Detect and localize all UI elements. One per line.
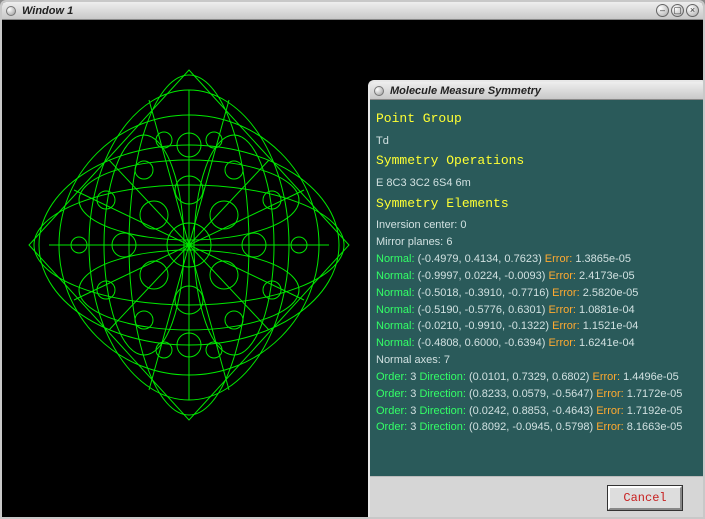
normal-key: Normal: xyxy=(376,253,415,265)
axes-list: Order: 3 Direction: (0.0101, 0.7329, 0.6… xyxy=(376,370,700,435)
heading-symops: Symmetry Operations xyxy=(376,152,700,170)
direction-key: Direction: xyxy=(419,388,465,400)
mirror-plane-row: Normal: (-0.4979, 0.4134, 0.7623) Error:… xyxy=(376,252,700,267)
direction-value: (0.0101, 0.7329, 0.6802) xyxy=(469,371,589,383)
error-key: Error: xyxy=(548,304,576,316)
normal-value: (-0.5018, -0.3910, -0.7716) xyxy=(418,287,549,299)
app-menu-icon[interactable] xyxy=(6,6,16,16)
error-key: Error: xyxy=(548,270,576,282)
normal-key: Normal: xyxy=(376,304,415,316)
error-value: 2.5820e-05 xyxy=(583,287,639,299)
error-value: 1.4496e-05 xyxy=(623,371,679,383)
dialog-body: Point Group Td Symmetry Operations E 8C3… xyxy=(370,100,705,476)
direction-value: (0.0242, 0.8853, -0.4643) xyxy=(469,405,593,417)
error-key: Error: xyxy=(596,405,624,417)
mirror-plane-row: Normal: (-0.5190, -0.5776, 0.6301) Error… xyxy=(376,303,700,318)
dialog-title: Molecule Measure Symmetry xyxy=(390,85,541,97)
error-key: Error: xyxy=(596,421,624,433)
inversion-value: 0 xyxy=(460,219,466,231)
dialog-footer: Cancel xyxy=(370,476,705,518)
direction-key: Direction: xyxy=(419,371,465,383)
symmetry-dialog: Molecule Measure Symmetry Point Group Td… xyxy=(368,80,705,519)
mirror-count: 6 xyxy=(446,236,452,248)
pointgroup-value: Td xyxy=(376,134,700,149)
inversion-label: Inversion center: xyxy=(376,219,457,231)
molecule-wireframe xyxy=(14,50,364,430)
normal-value: (-0.4808, 0.6000, -0.6394) xyxy=(418,337,546,349)
error-key: Error: xyxy=(593,371,621,383)
error-value: 1.7192e-05 xyxy=(627,405,683,417)
error-value: 2.4173e-05 xyxy=(579,270,635,282)
error-key: Error: xyxy=(552,287,580,299)
direction-value: (0.8092, -0.0945, 0.5798) xyxy=(469,421,593,433)
error-value: 1.6241e-04 xyxy=(579,337,635,349)
normal-axis-row: Order: 3 Direction: (0.0242, 0.8853, -0.… xyxy=(376,404,700,419)
cancel-button[interactable]: Cancel xyxy=(608,486,682,510)
order-value: 3 xyxy=(410,421,416,433)
normal-axis-row: Order: 3 Direction: (0.0101, 0.7329, 0.6… xyxy=(376,370,700,385)
error-key: Error: xyxy=(596,388,624,400)
main-window-title: Window 1 xyxy=(22,5,73,17)
window-controls: – ▢ × xyxy=(656,4,699,17)
error-key: Error: xyxy=(545,253,573,265)
error-value: 8.1663e-05 xyxy=(627,421,683,433)
normal-axis-row: Order: 3 Direction: (0.8233, 0.0579, -0.… xyxy=(376,387,700,402)
order-key: Order: xyxy=(376,405,407,417)
normal-value: (-0.5190, -0.5776, 0.6301) xyxy=(418,304,546,316)
order-key: Order: xyxy=(376,421,407,433)
axes-header: Normal axes: 7 xyxy=(376,353,700,368)
order-key: Order: xyxy=(376,388,407,400)
mirror-plane-row: Normal: (-0.4808, 0.6000, -0.6394) Error… xyxy=(376,336,700,351)
order-value: 3 xyxy=(410,405,416,417)
main-window: Window 1 – ▢ × xyxy=(0,0,705,519)
direction-key: Direction: xyxy=(419,421,465,433)
normal-key: Normal: xyxy=(376,320,415,332)
maximize-icon[interactable]: ▢ xyxy=(671,4,684,17)
mirror-plane-row: Normal: (-0.9997, 0.0224, -0.0093) Error… xyxy=(376,269,700,284)
error-key: Error: xyxy=(548,337,576,349)
axes-count: 7 xyxy=(444,354,450,366)
error-value: 1.7172e-05 xyxy=(627,388,683,400)
error-value: 1.0881e-04 xyxy=(579,304,635,316)
mirror-plane-row: Normal: (-0.5018, -0.3910, -0.7716) Erro… xyxy=(376,286,700,301)
dialog-menu-icon[interactable] xyxy=(374,86,384,96)
axes-label: Normal axes: xyxy=(376,354,441,366)
normal-key: Normal: xyxy=(376,337,415,349)
mirror-header: Mirror planes: 6 xyxy=(376,235,700,250)
direction-key: Direction: xyxy=(419,405,465,417)
close-icon[interactable]: × xyxy=(686,4,699,17)
direction-value: (0.8233, 0.0579, -0.5647) xyxy=(469,388,593,400)
symops-value: E 8C3 3C2 6S4 6m xyxy=(376,176,700,191)
error-value: 1.3865e-05 xyxy=(575,253,631,265)
normal-value: (-0.4979, 0.4134, 0.7623) xyxy=(418,253,542,265)
dialog-titlebar: Molecule Measure Symmetry xyxy=(370,82,705,100)
heading-symelem: Symmetry Elements xyxy=(376,195,700,213)
normal-key: Normal: xyxy=(376,287,415,299)
normal-axis-row: Order: 3 Direction: (0.8092, -0.0945, 0.… xyxy=(376,420,700,435)
order-value: 3 xyxy=(410,388,416,400)
mirror-list: Normal: (-0.4979, 0.4134, 0.7623) Error:… xyxy=(376,252,700,351)
error-value: 1.1521e-04 xyxy=(583,320,639,332)
order-key: Order: xyxy=(376,371,407,383)
error-key: Error: xyxy=(552,320,580,332)
normal-value: (-0.9997, 0.0224, -0.0093) xyxy=(418,270,546,282)
inversion-row: Inversion center: 0 xyxy=(376,218,700,233)
normal-key: Normal: xyxy=(376,270,415,282)
minimize-icon[interactable]: – xyxy=(656,4,669,17)
mirror-label: Mirror planes: xyxy=(376,236,443,248)
normal-value: (-0.0210, -0.9910, -0.1322) xyxy=(418,320,549,332)
main-titlebar: Window 1 – ▢ × xyxy=(2,2,703,20)
viewport-3d[interactable]: Molecule Measure Symmetry Point Group Td… xyxy=(4,20,701,515)
order-value: 3 xyxy=(410,371,416,383)
mirror-plane-row: Normal: (-0.0210, -0.9910, -0.1322) Erro… xyxy=(376,319,700,334)
heading-pointgroup: Point Group xyxy=(376,110,700,128)
